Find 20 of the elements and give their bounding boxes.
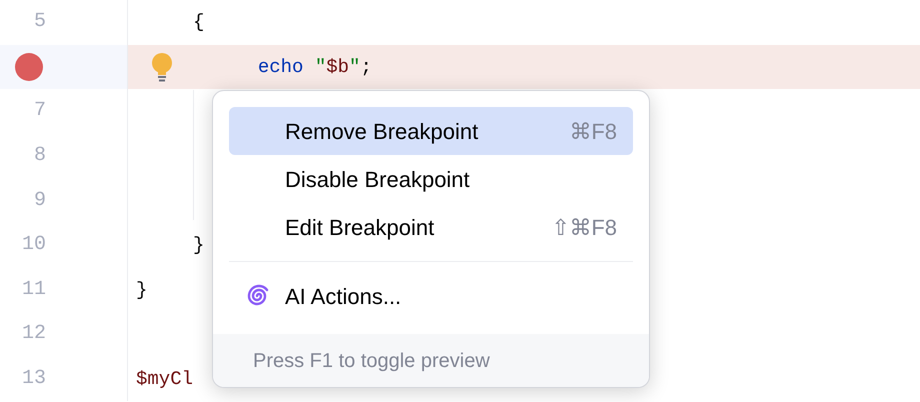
- line-number: 7: [34, 98, 46, 124]
- line-number: 11: [22, 276, 46, 303]
- code-line: }: [136, 278, 148, 303]
- line-number: 12: [22, 321, 46, 348]
- line-number: 5: [34, 9, 46, 36]
- line-number: 13: [22, 366, 46, 392]
- code-line: $myCl: [136, 366, 194, 392]
- spiral-icon: [245, 284, 269, 308]
- code-line: {: [192, 10, 204, 36]
- code-line: }: [192, 233, 204, 258]
- line-number: 9: [34, 188, 46, 214]
- line-number: 8: [34, 143, 46, 170]
- menu-item[interactable]: Disable Breakpoint: [229, 155, 633, 203]
- code-line: echo "$b";: [256, 54, 372, 80]
- menu-item[interactable]: AI Actions...: [229, 272, 633, 320]
- menu-item[interactable]: Edit Breakpoint ⇧⌘F8: [229, 203, 633, 251]
- menu-footer: Press F1 to toggle preview: [213, 334, 649, 387]
- line-number: 10: [22, 232, 46, 258]
- lightbulb-icon[interactable]: [150, 52, 174, 82]
- menu-item[interactable]: Remove Breakpoint ⌘F8: [229, 107, 633, 155]
